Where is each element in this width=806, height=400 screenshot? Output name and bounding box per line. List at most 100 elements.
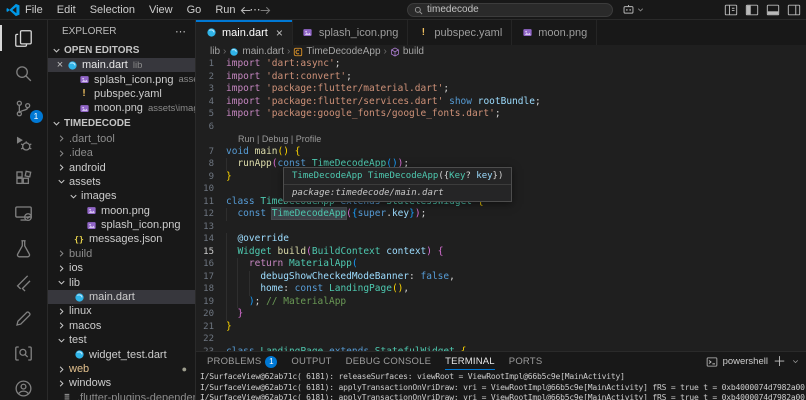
command-center-search[interactable]: timedecode [407, 3, 613, 17]
code-line-14[interactable]: 14@override [196, 233, 806, 246]
tree-item-windows[interactable]: windows [48, 376, 195, 390]
run-debug-icon[interactable] [7, 131, 41, 155]
code-line-22[interactable]: 22 [196, 333, 806, 346]
shell-label[interactable]: powershell [723, 356, 768, 367]
terminal-output[interactable]: I/SurfaceView@62ab71c( 6181): releaseSur… [196, 371, 806, 400]
history-back-icon[interactable] [239, 4, 252, 17]
breadcrumb-build[interactable]: build [390, 46, 424, 57]
tree-item-lib[interactable]: lib [48, 275, 195, 289]
panel-tab-terminal[interactable]: TERMINAL [445, 352, 495, 371]
code-line-7[interactable]: 7void main() { [196, 146, 806, 159]
code-line-3[interactable]: 3import 'package:flutter/material.dart'; [196, 83, 806, 96]
file-name: moon.png [94, 102, 143, 114]
tree-item-web[interactable]: web● [48, 362, 195, 376]
project-search-icon[interactable] [7, 341, 41, 365]
code-line-15[interactable]: 15Widget build(BuildContext context) { [196, 246, 806, 259]
tree-item-.flutter-plugins-dependencies[interactable]: ≣.flutter-plugins-dependencies [48, 391, 195, 400]
code-line-19[interactable]: 19); // MaterialApp [196, 296, 806, 309]
indent-guide [226, 271, 237, 284]
tree-item-build[interactable]: build [48, 247, 195, 261]
tab-main.dart[interactable]: main.dart× [196, 20, 293, 45]
code-line-17[interactable]: 17debugShowCheckedModeBanner: false, [196, 271, 806, 284]
tree-item-ios[interactable]: ios [48, 261, 195, 275]
menu-selection[interactable]: Selection [83, 0, 142, 20]
tab-pubspec.yaml[interactable]: !pubspec.yaml [408, 20, 512, 45]
tree-item-test[interactable]: test [48, 333, 195, 347]
close-icon[interactable]: × [276, 26, 283, 40]
panel-tab-problems[interactable]: PROBLEMS1 [207, 352, 277, 371]
open-editors-label: OPEN EDITORS [64, 45, 139, 56]
panel-tab-output[interactable]: OUTPUT [291, 352, 331, 371]
menu-run[interactable]: Run [208, 0, 242, 20]
menu-go[interactable]: Go [180, 0, 209, 20]
menu-file[interactable]: File [18, 0, 50, 20]
code-line-18[interactable]: 18home: const LandingPage(), [196, 283, 806, 296]
panel-tab-ports[interactable]: PORTS [509, 352, 543, 371]
tab-splash_icon.png[interactable]: splash_icon.png [293, 20, 409, 45]
code-line-21[interactable]: 21} [196, 321, 806, 334]
flutter-icon[interactable] [7, 271, 41, 295]
code-line-6[interactable]: 6 [196, 121, 806, 134]
tree-item-widget_test.dart[interactable]: widget_test.dart [48, 347, 195, 361]
search-icon[interactable] [7, 61, 41, 85]
deps-file-icon: ≣ [61, 392, 73, 400]
code-line-4[interactable]: 4import 'package:flutter/services.dart' … [196, 96, 806, 109]
open-editor-pubspec.yaml[interactable]: !pubspec.yaml [48, 87, 195, 101]
pubspec-file-icon: ! [78, 88, 90, 100]
breadcrumb-main.dart[interactable]: main.dart [229, 46, 284, 57]
breadcrumb-lib[interactable]: lib [210, 46, 220, 57]
testing-icon[interactable] [7, 236, 41, 260]
breadcrumb-TimeDecodeApp[interactable]: TimeDecodeApp [293, 46, 380, 57]
tree-item-macos[interactable]: macos [48, 319, 195, 333]
remote-explorer-icon[interactable] [7, 201, 41, 225]
edit-icon[interactable] [7, 306, 41, 330]
tree-item-main.dart[interactable]: main.dart [48, 290, 195, 304]
code-line-12[interactable]: 12const TimeDecodeApp({super.key}); [196, 208, 806, 221]
tree-item-.dart_tool[interactable]: .dart_tool [48, 132, 195, 146]
tree-item-moon.png[interactable]: moon.png [48, 204, 195, 218]
menu-edit[interactable]: Edit [50, 0, 83, 20]
source-control-icon[interactable]: 1 [7, 96, 41, 120]
account-icon[interactable] [7, 376, 41, 400]
code-line-23[interactable]: 23class LandingPage extends StatefulWidg… [196, 346, 806, 352]
tree-item-linux[interactable]: linux [48, 304, 195, 318]
tree-item-.idea[interactable]: .idea [48, 146, 195, 160]
tree-item-images[interactable]: images [48, 189, 195, 203]
open-editors-header[interactable]: OPEN EDITORS [48, 42, 195, 58]
toggle-sidebar-icon[interactable] [745, 3, 759, 17]
code-line-20[interactable]: 20} [196, 308, 806, 321]
open-editor-main.dart[interactable]: ×main.dartlib [48, 58, 195, 72]
more-actions-icon[interactable]: ⋯ [175, 25, 187, 38]
code-line-5[interactable]: 5import 'package:google_fonts/google_fon… [196, 108, 806, 121]
code-line-13[interactable]: 13 [196, 221, 806, 234]
open-editor-moon.png[interactable]: moon.pngassets\images [48, 101, 195, 115]
code-line-1[interactable]: 1import 'dart:async'; [196, 58, 806, 71]
chevron-right-icon [56, 248, 67, 259]
code-editor[interactable]: 1import 'dart:async';2import 'dart:conve… [196, 58, 806, 351]
tab-moon.png[interactable]: moon.png [512, 20, 597, 45]
code-lens-run-debug-profile[interactable]: Run | Debug | Profile [196, 133, 806, 146]
panel-tab-debug-console[interactable]: DEBUG CONSOLE [346, 352, 431, 371]
open-editor-splash_icon.png[interactable]: splash_icon.pngassets\images [48, 72, 195, 86]
toggle-panel-icon[interactable] [766, 3, 780, 17]
image-file-icon [302, 27, 314, 39]
new-terminal-icon[interactable]: ＋ [773, 356, 786, 368]
customize-layout-icon[interactable] [724, 3, 738, 17]
tree-item-android[interactable]: android [48, 160, 195, 174]
search-value: timedecode [427, 4, 479, 16]
extensions-icon[interactable] [7, 166, 41, 190]
history-forward-icon[interactable] [259, 4, 272, 17]
code-line-16[interactable]: 16return MaterialApp( [196, 258, 806, 271]
tree-item-splash_icon.png[interactable]: splash_icon.png [48, 218, 195, 232]
project-section-header[interactable]: TIMEDECODE [48, 116, 195, 132]
explorer-icon[interactable] [7, 26, 41, 50]
extension-target-selector[interactable] [622, 3, 645, 16]
close-icon[interactable]: × [54, 59, 66, 71]
toggle-secondary-sidebar-icon[interactable] [787, 3, 801, 17]
chevron-down-icon [68, 191, 79, 202]
menu-view[interactable]: View [142, 0, 180, 20]
chevron-down-icon[interactable] [791, 357, 800, 366]
code-line-2[interactable]: 2import 'dart:convert'; [196, 71, 806, 84]
tree-item-messages.json[interactable]: {}messages.json [48, 232, 195, 246]
tree-item-assets[interactable]: assets [48, 175, 195, 189]
